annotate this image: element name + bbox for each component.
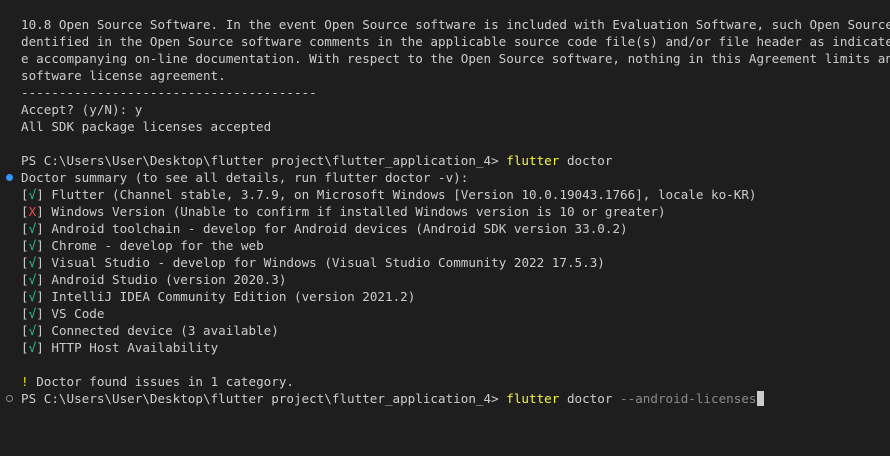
command-name: flutter xyxy=(506,391,560,406)
check-item: [√] Connected device (3 available) xyxy=(0,322,890,339)
check-text: IntelliJ IDEA Community Edition (version… xyxy=(51,289,416,304)
check-item: [√] Android Studio (version 2020.3) xyxy=(0,271,890,288)
check-bracket-close: ] xyxy=(36,306,44,321)
accepted-message-line: All SDK package licenses accepted xyxy=(0,118,890,135)
command-arg: doctor xyxy=(566,391,613,406)
check-text: Android toolchain - develop for Android … xyxy=(51,221,628,236)
license-line: software license agreement. xyxy=(0,67,890,84)
check-bracket-close: ] xyxy=(36,255,44,270)
warning-icon: ! xyxy=(21,374,29,389)
prompt-path: PS C:\Users\User\Desktop\flutter project… xyxy=(21,153,499,168)
doctor-summary-line: Doctor summary (to see all details, run … xyxy=(0,169,890,186)
check-bracket-close: ] xyxy=(36,340,44,355)
check-bracket-close: ] xyxy=(36,221,44,236)
separator: --------------------------------------- xyxy=(21,85,317,100)
check-bracket-open: [ xyxy=(21,204,29,219)
check-text: Windows Version (Unable to confirm if in… xyxy=(51,204,666,219)
license-line: 10.8 Open Source Software. In the event … xyxy=(0,16,890,33)
check-bracket-close: ] xyxy=(36,204,44,219)
separator-line: --------------------------------------- xyxy=(0,84,890,101)
license-text: dentified in the Open Source software co… xyxy=(21,34,890,49)
check-item: [√] Android toolchain - develop for Andr… xyxy=(0,220,890,237)
check-item: [√] Visual Studio - develop for Windows … xyxy=(0,254,890,271)
check-bracket-open: [ xyxy=(21,255,29,270)
check-bracket-open: [ xyxy=(21,340,29,355)
check-bracket-open: [ xyxy=(21,238,29,253)
check-text: Flutter (Channel stable, 3.7.9, on Micro… xyxy=(51,187,757,202)
check-bracket-open: [ xyxy=(21,221,29,236)
accept-prompt-line: Accept? (y/N): y xyxy=(0,101,890,118)
command-line-1: PS C:\Users\User\Desktop\flutter project… xyxy=(0,152,890,169)
check-text: Visual Studio - develop for Windows (Vis… xyxy=(51,255,605,270)
check-bracket-open: [ xyxy=(21,187,29,202)
license-text: software license agreement. xyxy=(21,68,226,83)
command-name: flutter xyxy=(506,153,560,168)
license-text: e accompanying on-line documentation. Wi… xyxy=(21,51,890,66)
check-item: [√] Chrome - develop for the web xyxy=(0,237,890,254)
check-bracket-close: ] xyxy=(36,238,44,253)
check-bracket-open: [ xyxy=(21,289,29,304)
check-item: [√] HTTP Host Availability xyxy=(0,339,890,356)
check-bracket-close: ] xyxy=(36,187,44,202)
issues-text: Doctor found issues in 1 category. xyxy=(36,374,294,389)
doctor-summary: Doctor summary (to see all details, run … xyxy=(21,170,469,185)
issues-line: ! Doctor found issues in 1 category. xyxy=(0,373,890,390)
check-item: [√] VS Code xyxy=(0,305,890,322)
check-text: HTTP Host Availability xyxy=(51,340,219,355)
check-text: Android Studio (version 2020.3) xyxy=(51,272,287,287)
check-bracket-open: [ xyxy=(21,272,29,287)
check-item: [√] IntelliJ IDEA Community Edition (ver… xyxy=(0,288,890,305)
command-decoration-icon[interactable] xyxy=(6,174,13,181)
command-arg: doctor xyxy=(566,153,613,168)
cursor-icon xyxy=(756,391,764,406)
check-text: VS Code xyxy=(51,306,105,321)
command-decoration-icon[interactable] xyxy=(6,395,13,402)
accept-prompt: Accept? (y/N): y xyxy=(21,102,143,117)
license-line: dentified in the Open Source software co… xyxy=(0,33,890,50)
check-bracket-open: [ xyxy=(21,323,29,338)
check-bracket-close: ] xyxy=(36,272,44,287)
prompt-path: PS C:\Users\User\Desktop\flutter project… xyxy=(21,391,499,406)
check-text: Chrome - develop for the web xyxy=(51,238,264,253)
license-text: 10.8 Open Source Software. In the event … xyxy=(21,17,890,32)
check-item: [X] Windows Version (Unable to confirm i… xyxy=(0,203,890,220)
command-flag: --android-licenses xyxy=(620,391,757,406)
command-line-2[interactable]: PS C:\Users\User\Desktop\flutter project… xyxy=(0,390,890,407)
check-bracket-close: ] xyxy=(36,323,44,338)
doctor-checks-list: [√] Flutter (Channel stable, 3.7.9, on M… xyxy=(0,186,890,356)
check-bracket-open: [ xyxy=(21,306,29,321)
license-line: e accompanying on-line documentation. Wi… xyxy=(0,50,890,67)
check-bracket-close: ] xyxy=(36,289,44,304)
accepted-message: All SDK package licenses accepted xyxy=(21,119,272,134)
check-item: [√] Flutter (Channel stable, 3.7.9, on M… xyxy=(0,186,890,203)
check-text: Connected device (3 available) xyxy=(51,323,279,338)
terminal-output[interactable]: 10.8 Open Source Software. In the event … xyxy=(0,0,890,456)
